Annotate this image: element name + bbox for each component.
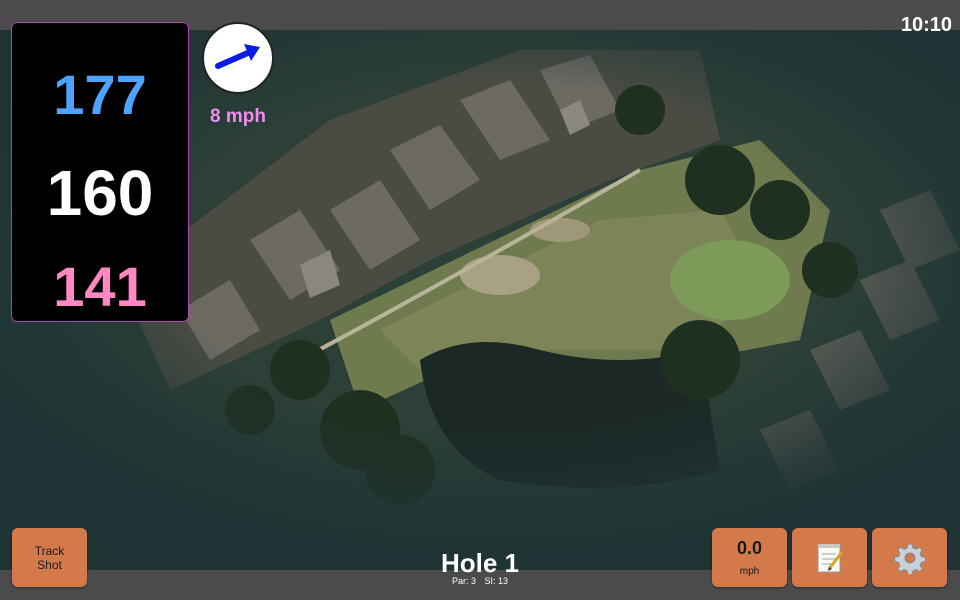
speed-button[interactable]: 0.0 mph xyxy=(712,528,787,587)
hole-title: Hole 1 xyxy=(440,548,520,578)
settings-button[interactable] xyxy=(872,528,947,587)
hole-info: Par: 3 SI: 13 xyxy=(380,576,580,586)
stroke-index-label: SI: 13 xyxy=(484,576,509,586)
gear-icon xyxy=(893,543,926,574)
notepad-icon xyxy=(817,543,843,572)
speed-unit: mph xyxy=(739,566,760,577)
speed-value: 0.0 xyxy=(736,538,763,558)
yardage-panel: 177 160 141 xyxy=(11,22,189,322)
track-shot-button[interactable]: Track Shot xyxy=(12,528,87,587)
track-shot-label-line1: Track xyxy=(34,543,65,558)
front-yardage: 141 xyxy=(53,255,147,318)
par-label: Par: 3 xyxy=(451,576,476,586)
track-shot-label-line2: Shot xyxy=(37,557,62,572)
clock: 10:10 xyxy=(900,14,952,36)
wind-dial xyxy=(202,22,274,94)
wind-direction-arrow-icon xyxy=(215,44,260,69)
notes-button[interactable] xyxy=(792,528,867,587)
back-yardage: 177 xyxy=(53,63,147,126)
wind-speed-label: 8 mph xyxy=(210,106,266,127)
middle-yardage: 160 xyxy=(46,157,154,229)
